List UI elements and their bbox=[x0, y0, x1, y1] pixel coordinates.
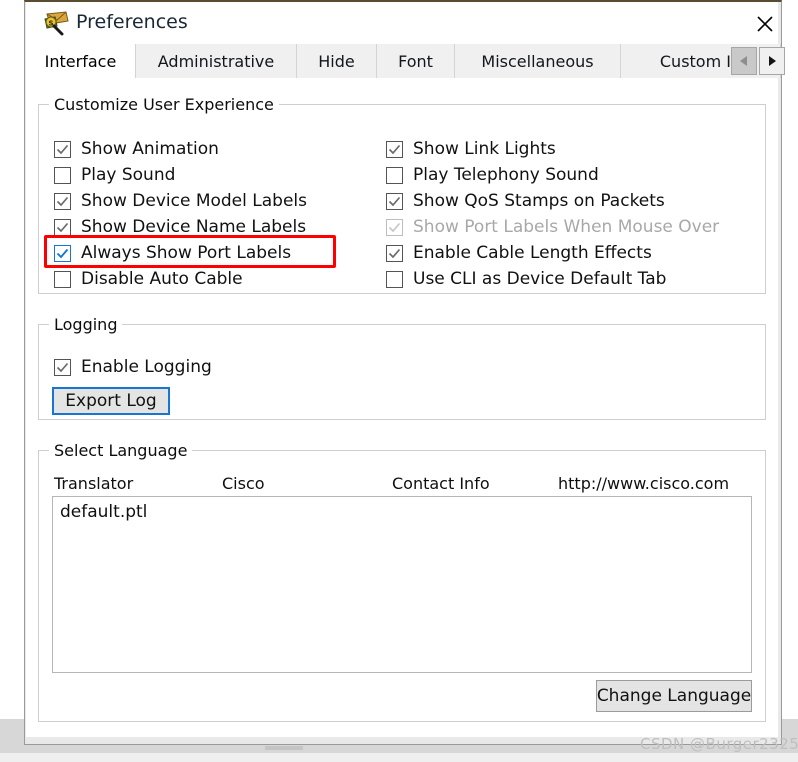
window-resize-grip[interactable] bbox=[265, 746, 303, 750]
column-header-translator: Translator bbox=[54, 474, 134, 493]
checkbox-box[interactable] bbox=[386, 166, 403, 184]
check-icon bbox=[56, 222, 69, 232]
checkbox-label: Play Sound bbox=[81, 165, 176, 185]
checkbox-enable-logging[interactable]: Enable Logging bbox=[54, 355, 212, 379]
list-item[interactable]: default.ptl bbox=[60, 502, 147, 522]
checkbox-use-cli-as-device-default-tab[interactable]: Use CLI as Device Default Tab bbox=[386, 267, 666, 291]
checkbox-label: Enable Cable Length Effects bbox=[413, 243, 652, 263]
select-language-group-title: Select Language bbox=[49, 441, 193, 460]
tab-hide[interactable]: Hide bbox=[297, 44, 377, 78]
tab-interface[interactable]: Interface bbox=[26, 44, 136, 78]
checkbox-disable-auto-cable[interactable]: Disable Auto Cable bbox=[54, 267, 243, 291]
desktop-left-strip bbox=[0, 0, 24, 728]
checkbox-label: Use CLI as Device Default Tab bbox=[413, 269, 667, 289]
checkbox-box[interactable] bbox=[386, 244, 403, 262]
column-header-contact-info: Contact Info bbox=[392, 474, 490, 493]
checkbox-box[interactable] bbox=[386, 270, 403, 288]
checkbox-show-qos-stamps-on-packets[interactable]: Show QoS Stamps on Packets bbox=[386, 189, 665, 213]
check-icon bbox=[388, 222, 401, 232]
checkbox-show-link-lights[interactable]: Show Link Lights bbox=[386, 137, 556, 161]
tab-scroll-left-button[interactable] bbox=[731, 47, 757, 75]
checkbox-label: Disable Auto Cable bbox=[81, 269, 243, 289]
checkbox-box[interactable] bbox=[54, 218, 71, 236]
checkbox-box[interactable] bbox=[386, 192, 403, 210]
tab-scroll-right-button[interactable] bbox=[759, 47, 785, 75]
checkbox-box[interactable] bbox=[386, 140, 403, 158]
interface-tab-panel: Customize User Experience Show Animation… bbox=[26, 78, 778, 737]
checkbox-label: Always Show Port Labels bbox=[81, 243, 292, 263]
checkbox-show-device-name-labels[interactable]: Show Device Name Labels bbox=[54, 215, 306, 239]
column-header-contact-url: http://www.cisco.com bbox=[558, 474, 730, 493]
check-icon bbox=[56, 248, 69, 258]
column-header-cisco: Cisco bbox=[222, 474, 265, 493]
check-icon bbox=[388, 144, 401, 154]
watermark-text: CSDN @Burger2325 bbox=[640, 735, 798, 753]
checkbox-box[interactable] bbox=[54, 166, 71, 184]
title-bar: S Preferences bbox=[26, 2, 778, 44]
checkbox-box[interactable] bbox=[54, 244, 71, 262]
check-icon bbox=[56, 196, 69, 206]
tab-font[interactable]: Font bbox=[377, 44, 455, 78]
check-icon bbox=[56, 144, 69, 154]
language-list-box[interactable]: default.ptl bbox=[52, 496, 752, 673]
packet-tracer-envelope-magnifier-icon: S bbox=[42, 10, 70, 36]
export-log-button[interactable]: Export Log bbox=[52, 387, 170, 415]
customize-group-title: Customize User Experience bbox=[49, 95, 279, 114]
tab-custom-interface[interactable]: Custom In bbox=[621, 44, 781, 78]
checkbox-label: Show Link Lights bbox=[413, 139, 556, 159]
checkbox-always-show-port-labels[interactable]: Always Show Port Labels bbox=[54, 241, 291, 265]
checkbox-label: Show QoS Stamps on Packets bbox=[413, 191, 665, 211]
checkbox-play-telephony-sound[interactable]: Play Telephony Sound bbox=[386, 163, 599, 187]
check-icon bbox=[56, 362, 69, 372]
checkbox-enable-cable-length-effects[interactable]: Enable Cable Length Effects bbox=[386, 241, 652, 265]
close-icon[interactable] bbox=[742, 4, 788, 44]
checkbox-label: Show Animation bbox=[81, 139, 219, 159]
checkbox-label: Enable Logging bbox=[81, 357, 212, 377]
desktop-bottom-band-lower bbox=[0, 753, 798, 762]
checkbox-show-port-labels-when-mouse-over: Show Port Labels When Mouse Over bbox=[386, 215, 719, 239]
checkbox-show-animation[interactable]: Show Animation bbox=[54, 137, 219, 161]
tab-miscellaneous[interactable]: Miscellaneous bbox=[455, 44, 621, 78]
check-icon bbox=[388, 248, 401, 258]
checkbox-box bbox=[386, 218, 403, 236]
checkbox-label: Show Device Model Labels bbox=[81, 191, 307, 211]
change-language-button[interactable]: Change Language bbox=[596, 680, 752, 712]
checkbox-play-sound[interactable]: Play Sound bbox=[54, 163, 175, 187]
checkbox-box[interactable] bbox=[54, 140, 71, 158]
checkbox-box[interactable] bbox=[54, 358, 71, 376]
checkbox-label: Show Device Name Labels bbox=[81, 217, 307, 237]
tab-administrative[interactable]: Administrative bbox=[136, 44, 297, 78]
window-title: Preferences bbox=[76, 11, 188, 33]
tab-bar: Interface Administrative Hide Font Misce… bbox=[26, 44, 785, 79]
logging-group-title: Logging bbox=[49, 315, 123, 334]
checkbox-show-device-model-labels[interactable]: Show Device Model Labels bbox=[54, 189, 307, 213]
checkbox-box[interactable] bbox=[54, 270, 71, 288]
checkbox-label: Play Telephony Sound bbox=[413, 165, 599, 185]
checkbox-box[interactable] bbox=[54, 192, 71, 210]
check-icon bbox=[388, 196, 401, 206]
checkbox-label: Show Port Labels When Mouse Over bbox=[413, 217, 720, 237]
